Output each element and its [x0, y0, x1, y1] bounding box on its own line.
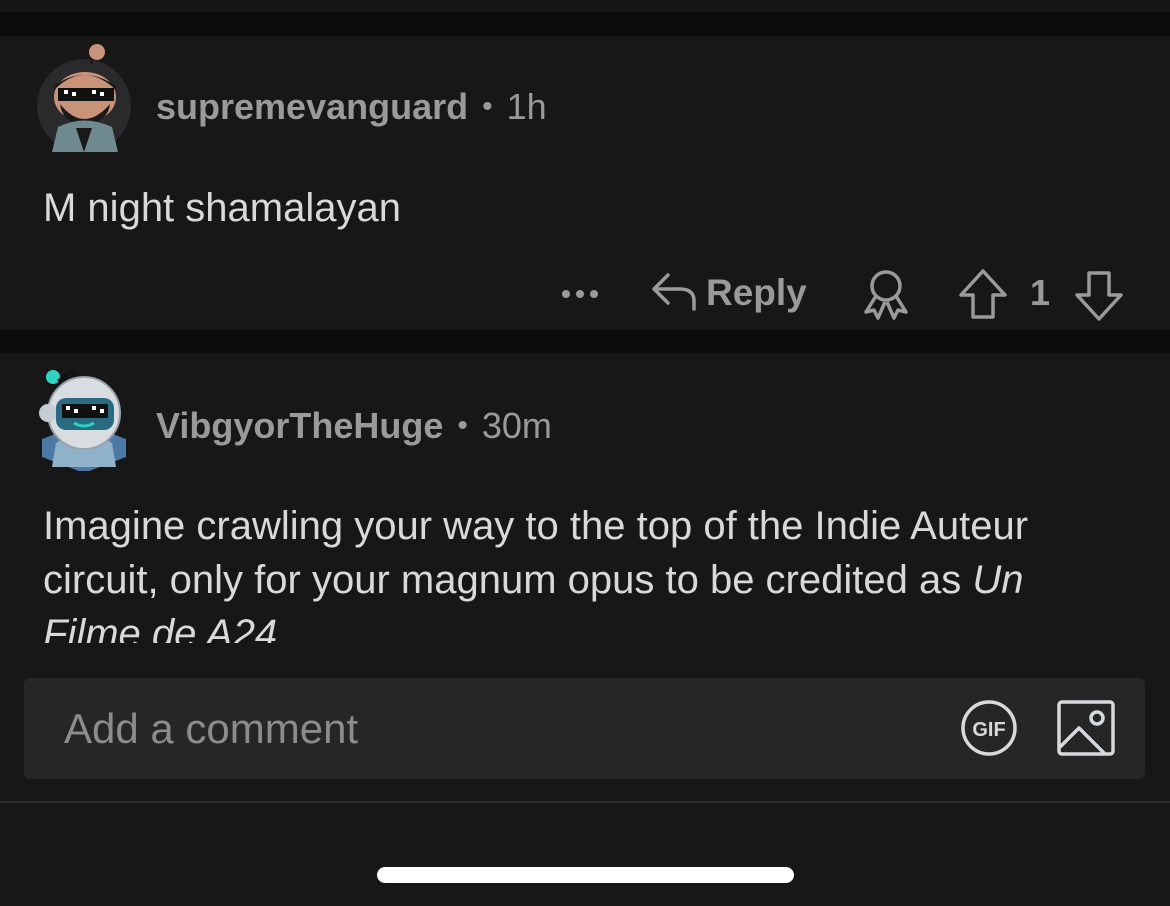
image-upload-icon[interactable] — [1055, 698, 1117, 758]
meta-separator: • — [457, 409, 468, 442]
composer-divider — [0, 801, 1170, 803]
upvote-arrow-icon[interactable] — [956, 266, 1010, 322]
comment-body-text: Imagine crawling your way to the top of … — [43, 504, 1029, 602]
comment-actions: Reply 1 — [0, 252, 1170, 332]
username[interactable]: VibgyorTheHuge — [156, 405, 443, 447]
comment-card: supremevanguard • 1h M night shamalayan … — [0, 36, 1170, 330]
more-options-icon[interactable] — [557, 274, 603, 314]
comment-meta: supremevanguard • 1h — [156, 86, 547, 128]
comment-field-container: GIF — [24, 678, 1145, 779]
snoo-avatar-pixel-sunglasses-icon[interactable] — [36, 42, 132, 153]
add-comment-input[interactable] — [64, 678, 924, 779]
gif-icon[interactable]: GIF — [959, 698, 1019, 758]
comment-composer: GIF — [0, 643, 1170, 906]
svg-text:GIF: GIF — [972, 719, 1005, 741]
comment-body: Imagine crawling your way to the top of … — [43, 499, 1130, 643]
timestamp: 1h — [506, 86, 547, 127]
comment-body: M night shamalayan — [43, 186, 401, 230]
vote-score: 1 — [1030, 272, 1051, 313]
comment-separator — [0, 330, 1170, 353]
top-separator — [0, 0, 1170, 36]
previous-comment-edge — [0, 0, 1170, 12]
reply-label: Reply — [706, 272, 807, 313]
comment-card: VibgyorTheHuge • 30m Imagine crawling yo… — [0, 353, 1170, 643]
timestamp: 30m — [481, 405, 552, 446]
award-icon[interactable] — [858, 266, 914, 322]
username[interactable]: supremevanguard — [156, 86, 468, 128]
meta-separator: • — [482, 90, 493, 123]
snoo-avatar-astronaut-helmet-icon[interactable] — [36, 361, 132, 473]
downvote-arrow-icon[interactable] — [1072, 268, 1126, 324]
comment-meta: VibgyorTheHuge • 30m — [156, 405, 552, 447]
reply-button[interactable]: Reply — [650, 268, 807, 318]
home-indicator[interactable] — [377, 867, 794, 883]
reply-arrow-icon — [650, 269, 698, 318]
